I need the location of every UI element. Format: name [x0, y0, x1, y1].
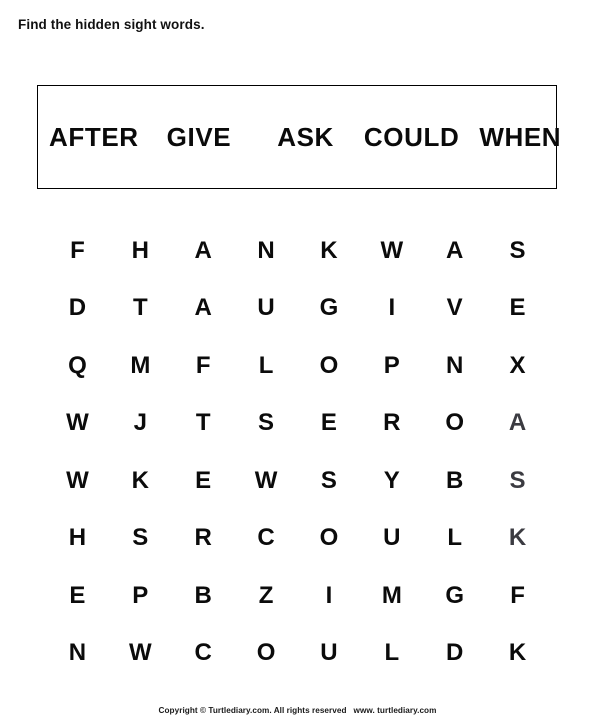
grid-cell[interactable]: D: [46, 296, 109, 320]
grid-row: WJTSEROA: [46, 395, 549, 453]
footer-copyright-text: Copyright © Turtlediary.com. All rights …: [158, 706, 347, 715]
grid-cell[interactable]: O: [235, 641, 298, 665]
grid-cell[interactable]: W: [46, 411, 109, 435]
grid-cell[interactable]: T: [109, 296, 172, 320]
word-bank-item-give: GIVE: [166, 121, 232, 152]
grid-cell[interactable]: R: [360, 411, 423, 435]
grid-cell[interactable]: B: [172, 583, 235, 608]
grid-cell[interactable]: N: [46, 641, 109, 665]
grid-cell[interactable]: K: [486, 641, 549, 665]
grid-cell[interactable]: S: [298, 468, 361, 493]
grid-cell[interactable]: Z: [235, 583, 298, 608]
grid-cell[interactable]: N: [235, 238, 298, 263]
grid-cell[interactable]: S: [235, 411, 298, 435]
grid-row: DTAUGIVE: [46, 280, 549, 338]
grid-cell[interactable]: F: [46, 238, 109, 263]
grid-cell[interactable]: C: [235, 526, 298, 550]
grid-row: EPBZIMGF: [46, 567, 549, 625]
grid-cell[interactable]: V: [423, 296, 486, 320]
grid-cell[interactable]: U: [298, 641, 361, 665]
grid-row: NWCOULDK: [46, 625, 549, 683]
grid-cell[interactable]: W: [109, 641, 172, 665]
grid-cell[interactable]: K: [298, 238, 361, 263]
grid-cell[interactable]: M: [360, 583, 423, 608]
grid-cell[interactable]: N: [423, 353, 486, 378]
grid-cell[interactable]: K: [109, 468, 172, 493]
grid-cell[interactable]: S: [486, 468, 549, 493]
grid-cell[interactable]: E: [46, 583, 109, 608]
word-bank-box: AFTER GIVE ASK COULD WHEN: [37, 85, 561, 189]
word-bank-item-ask: ASK: [277, 121, 334, 152]
grid-cell[interactable]: A: [172, 296, 235, 320]
grid-cell[interactable]: W: [46, 468, 109, 493]
grid-cell[interactable]: T: [172, 411, 235, 435]
grid-row: HSRCOULK: [46, 510, 549, 568]
grid-cell[interactable]: E: [298, 411, 361, 435]
grid-cell[interactable]: D: [423, 641, 486, 665]
grid-cell[interactable]: X: [486, 353, 549, 378]
grid-cell[interactable]: E: [486, 296, 549, 320]
grid-cell[interactable]: H: [109, 238, 172, 263]
grid-cell[interactable]: I: [360, 296, 423, 320]
grid-cell[interactable]: W: [360, 238, 423, 263]
grid-row: WKEWSYBS: [46, 452, 549, 510]
grid-cell[interactable]: F: [172, 353, 235, 378]
grid-cell[interactable]: O: [298, 353, 361, 378]
grid-cell[interactable]: S: [109, 526, 172, 550]
grid-cell[interactable]: L: [423, 526, 486, 550]
grid-cell[interactable]: P: [360, 353, 423, 378]
word-search-grid[interactable]: FHANKWASDTAUGIVEQMFLOPNXWJTSEROAWKEWSYBS…: [46, 222, 549, 682]
grid-cell[interactable]: K: [486, 526, 549, 550]
grid-cell[interactable]: G: [423, 583, 486, 608]
grid-cell[interactable]: P: [109, 583, 172, 608]
word-bank-list: AFTER GIVE ASK COULD WHEN: [38, 86, 561, 188]
grid-cell[interactable]: I: [298, 583, 361, 608]
word-bank-item-after: AFTER: [49, 121, 139, 152]
grid-cell[interactable]: W: [235, 468, 298, 493]
grid-cell[interactable]: F: [486, 583, 549, 608]
grid-cell[interactable]: Q: [46, 353, 109, 378]
footer-website-link[interactable]: www. turtlediary.com: [354, 706, 437, 715]
grid-cell[interactable]: A: [486, 411, 549, 435]
grid-cell[interactable]: J: [109, 411, 172, 435]
grid-cell[interactable]: E: [172, 468, 235, 493]
grid-cell[interactable]: L: [360, 641, 423, 665]
grid-cell[interactable]: S: [486, 238, 549, 263]
grid-cell[interactable]: U: [360, 526, 423, 550]
grid-cell[interactable]: R: [172, 526, 235, 550]
grid-cell[interactable]: C: [172, 641, 235, 665]
word-bank-item-when: WHEN: [479, 121, 562, 152]
grid-cell[interactable]: H: [46, 526, 109, 550]
grid-cell[interactable]: A: [172, 238, 235, 263]
page-title: Find the hidden sight words.: [18, 17, 205, 32]
grid-cell[interactable]: O: [423, 411, 486, 435]
grid-cell[interactable]: B: [423, 468, 486, 493]
grid-cell[interactable]: M: [109, 353, 172, 378]
footer: Copyright © Turtlediary.com. All rights …: [0, 706, 595, 715]
grid-cell[interactable]: U: [235, 296, 298, 320]
grid-row: QMFLOPNX: [46, 337, 549, 395]
grid-cell[interactable]: G: [298, 296, 361, 320]
grid-cell[interactable]: A: [423, 238, 486, 263]
grid-cell[interactable]: Y: [360, 468, 423, 493]
grid-cell[interactable]: L: [235, 353, 298, 378]
grid-row: FHANKWAS: [46, 222, 549, 280]
word-bank-item-could: COULD: [363, 121, 460, 152]
grid-cell[interactable]: O: [298, 526, 361, 550]
